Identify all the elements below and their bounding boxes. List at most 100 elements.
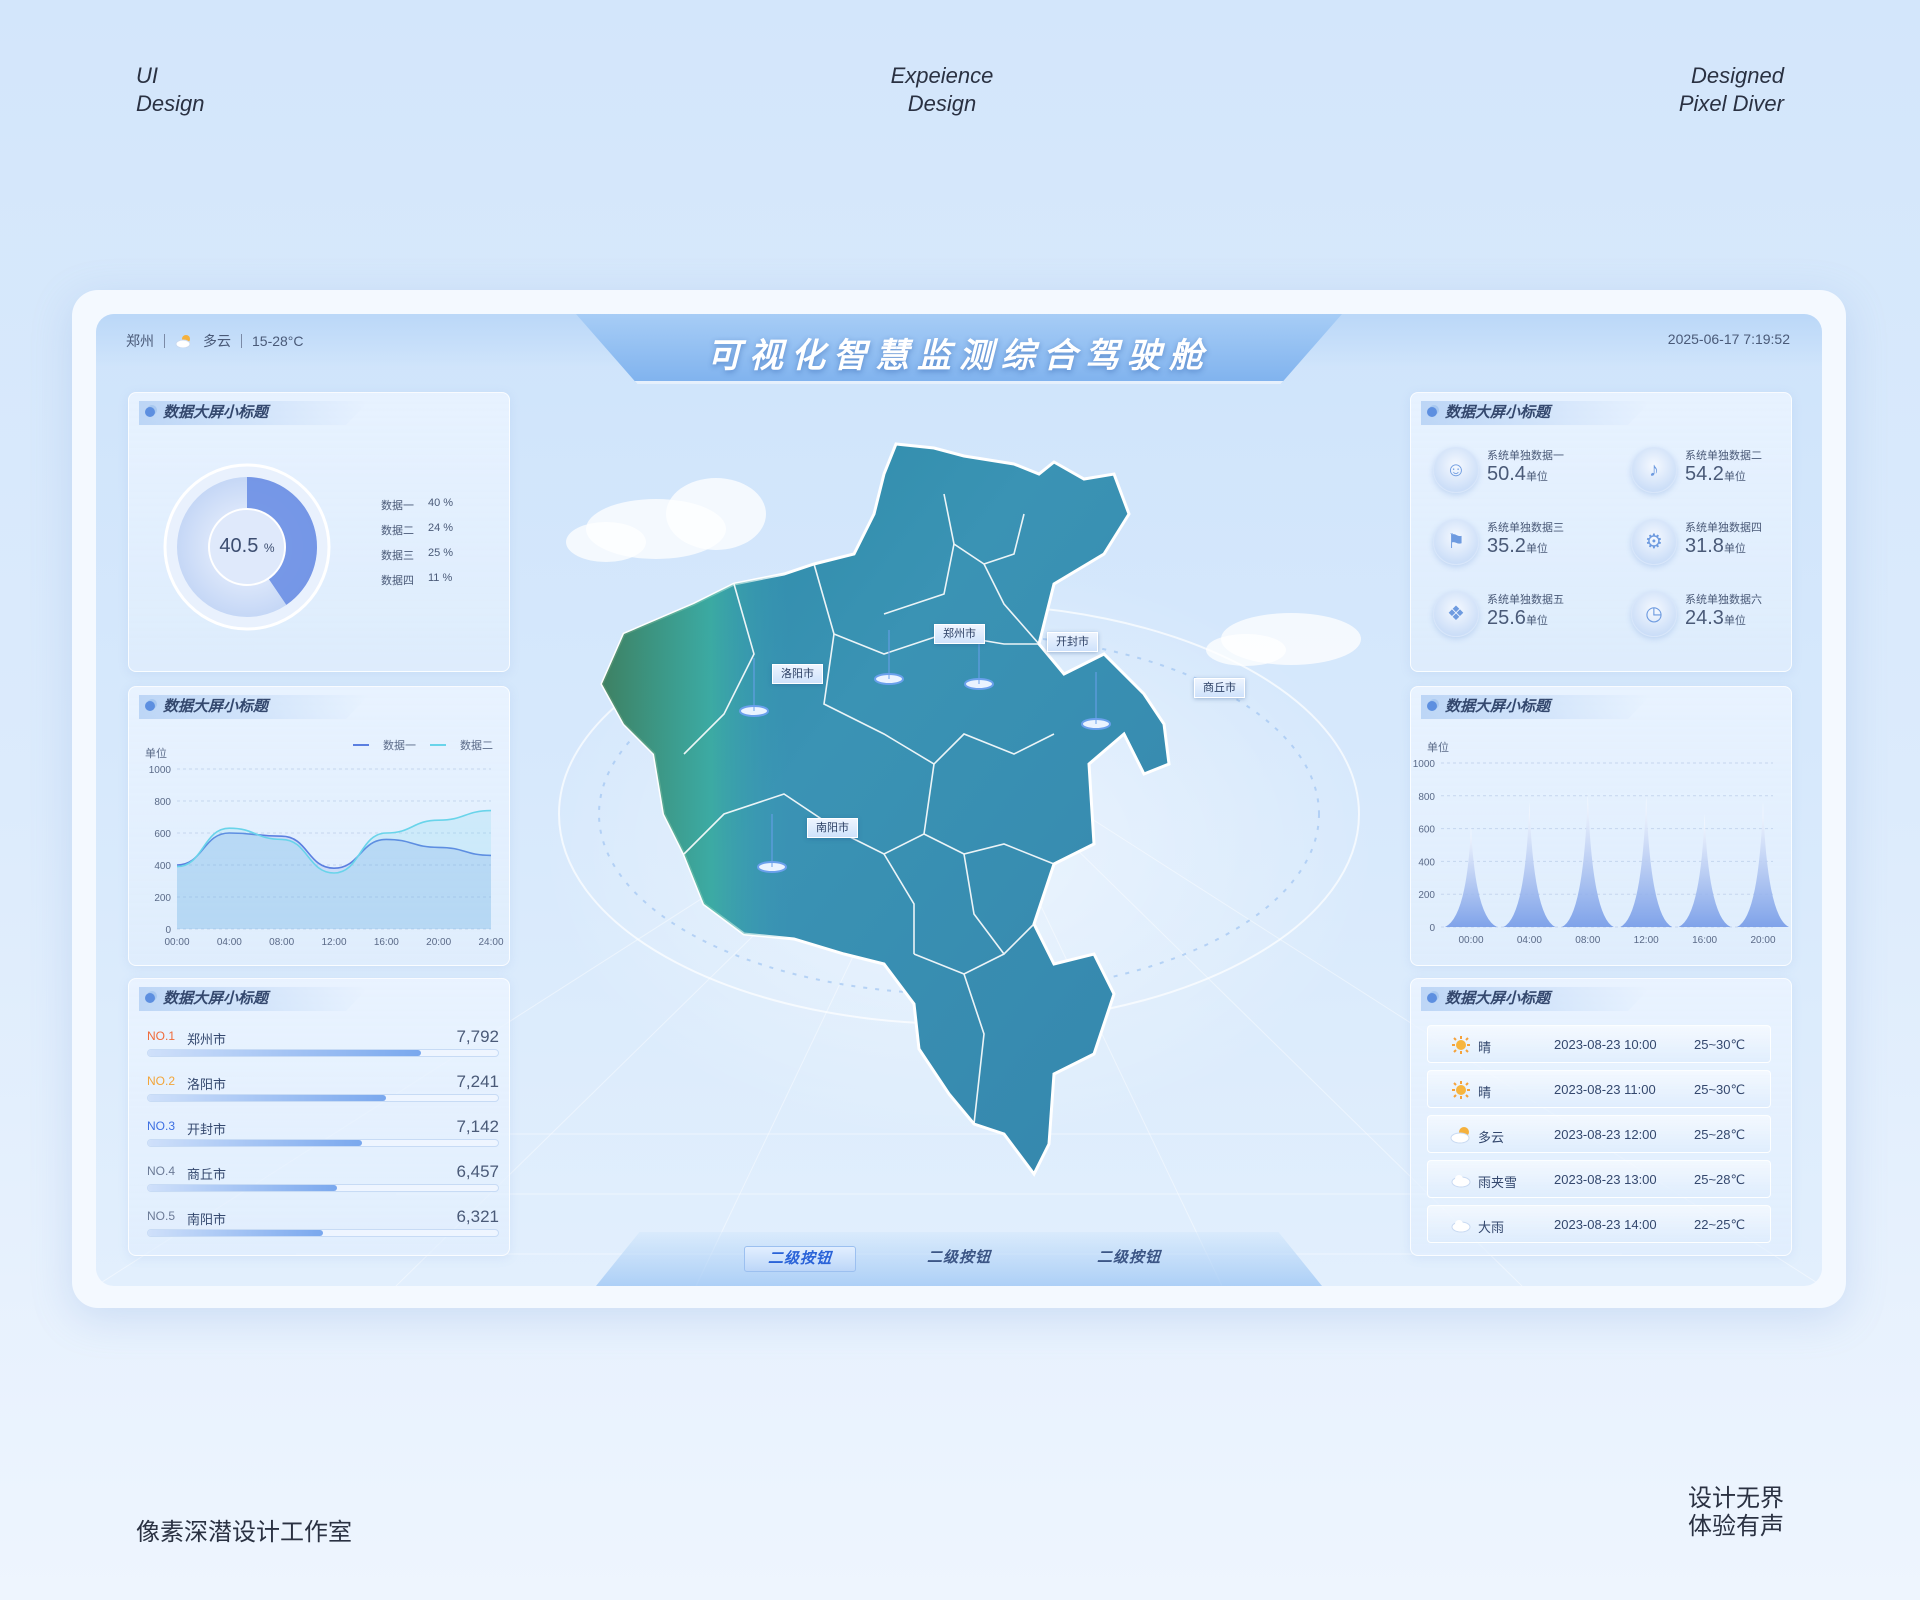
province-map	[600, 442, 1171, 1177]
x-tick-label: 00:00	[164, 937, 189, 948]
header-city: 郑州	[126, 333, 154, 349]
legend-label: 数据三	[381, 550, 414, 562]
weather-row[interactable]: 晴 2023-08-23 10:00 25~30℃	[1427, 1025, 1771, 1063]
stat-label: 系统单独数据三	[1487, 522, 1564, 534]
rank-bar-fill	[148, 1095, 386, 1101]
rank-bar-fill	[148, 1050, 421, 1056]
rank-bar-track	[147, 1184, 499, 1192]
user-icon: ☺	[1433, 447, 1479, 493]
stat-number: 35.2	[1487, 535, 1526, 557]
panel-title: 数据大屏小标题	[139, 695, 369, 719]
x-tick-label: 00:00	[1458, 935, 1483, 946]
legend-label: 数据一	[381, 500, 414, 512]
peak-chart: 0 200 400 600 800 1000 00:00 04:00 08:00 12:00 16:…	[1413, 759, 1789, 946]
shirt-icon: ⚑	[1433, 519, 1479, 565]
legend-series-2: 数据二	[460, 740, 493, 752]
rank-number: NO.3	[147, 1119, 176, 1133]
weather-time: 2023-08-23 12:00	[1554, 1127, 1657, 1142]
rank-bar-track	[147, 1049, 499, 1057]
donut-center-value: 40.5 %	[157, 535, 337, 558]
weather-condition: 多云	[1478, 1130, 1505, 1145]
x-tick-label: 16:00	[1692, 935, 1717, 946]
ranking-row[interactable]: NO.5 南阳市 6,321	[147, 1207, 499, 1253]
panel-title-text: 数据大屏小标题	[163, 990, 269, 1007]
panel-title: 数据大屏小标题	[1421, 401, 1651, 425]
weather-row[interactable]: 晴 2023-08-23 11:00 25~30℃	[1427, 1070, 1771, 1108]
rank-value: 7,792	[456, 1027, 499, 1046]
nav-button-2[interactable]: 二级按钮	[904, 1246, 1014, 1270]
stat-item: ❖ 系统单独数据五 25.6单位	[1433, 587, 1623, 643]
weather-row[interactable]: 大雨 2023-08-23 14:00 22~25℃	[1427, 1205, 1771, 1243]
ranking-row[interactable]: NO.1 郑州市 7,792	[147, 1027, 499, 1073]
map-label-nanyang[interactable]: 南阳市	[807, 818, 858, 838]
weather-time: 2023-08-23 10:00	[1554, 1037, 1657, 1052]
nav-button-3[interactable]: 二级按钮	[1074, 1246, 1184, 1270]
weather-row[interactable]: 多云 2023-08-23 12:00 25~28℃	[1427, 1115, 1771, 1153]
nav-button-1[interactable]: 二级按钮	[744, 1246, 856, 1272]
x-tick-label: 20:00	[1750, 935, 1775, 946]
title-icon	[1427, 993, 1437, 1003]
weather-condition: 雨夹雪	[1478, 1175, 1518, 1190]
rank-value: 6,321	[456, 1207, 499, 1226]
map-label-zhengzhou[interactable]: 郑州市	[934, 624, 985, 644]
weather-temp: 25~28℃	[1694, 1172, 1746, 1187]
icon-glyph: ♪	[1649, 459, 1659, 481]
bell-icon: ♪	[1631, 447, 1677, 493]
panel-title-text: 数据大屏小标题	[163, 404, 269, 421]
stat-item: ♪ 系统单独数据二 54.2单位	[1631, 443, 1821, 499]
y-tick-label: 800	[154, 797, 171, 808]
legend-label: 数据二	[381, 525, 414, 537]
panel-title-text: 数据大屏小标题	[1445, 404, 1551, 421]
panel-title-text: 数据大屏小标题	[1445, 698, 1551, 715]
map-label-shangqiu[interactable]: 商丘市	[1194, 678, 1245, 698]
x-tick-label: 08:00	[1575, 935, 1600, 946]
header-weather-condition: 多云	[203, 333, 231, 349]
map-label-luoyang[interactable]: 洛阳市	[772, 664, 823, 684]
legend-label: 数据四	[381, 575, 414, 587]
stat-number: 50.4	[1487, 463, 1526, 485]
studio-name: 像素深潜设计工作室	[136, 1519, 352, 1546]
icon-glyph: ⚑	[1447, 531, 1465, 553]
stat-number: 31.8	[1685, 535, 1724, 557]
stat-value: 50.4单位	[1487, 463, 1548, 486]
rank-value: 7,142	[456, 1117, 499, 1136]
donut-center-number: 40.5	[219, 535, 259, 557]
legend-swatch-series-1	[353, 744, 369, 746]
y-tick-label: 400	[1418, 857, 1435, 868]
panel-title-text: 数据大屏小标题	[1445, 990, 1551, 1007]
weather-time: 2023-08-23 13:00	[1554, 1172, 1657, 1187]
cloud-icon	[1450, 1215, 1472, 1235]
top-right-caption: Designed Pixel Diver	[1679, 62, 1784, 118]
stat-label: 系统单独数据二	[1685, 450, 1762, 462]
panel-title: 数据大屏小标题	[139, 987, 369, 1011]
header-divider	[241, 334, 242, 348]
ranking-row[interactable]: NO.3 开封市 7,142	[147, 1117, 499, 1163]
legend-value: 11 %	[428, 572, 453, 584]
x-tick-label: 04:00	[1517, 935, 1542, 946]
title-icon	[145, 993, 155, 1003]
top-center-caption: Expeience Design	[0, 62, 1884, 118]
map-label-kaifeng[interactable]: 开封市	[1047, 632, 1098, 652]
title-icon	[1427, 701, 1437, 711]
rank-number: NO.2	[147, 1074, 176, 1088]
chart-legend: 数据一 数据二	[353, 737, 493, 753]
stat-item: ⚙ 系统单独数据四 31.8单位	[1631, 515, 1821, 571]
peak-mark	[1503, 802, 1556, 927]
weather-time: 2023-08-23 11:00	[1554, 1082, 1656, 1097]
stat-value: 31.8单位	[1685, 535, 1746, 558]
ranking-row[interactable]: NO.2 洛阳市 7,241	[147, 1072, 499, 1118]
partly-cloudy-icon	[175, 334, 193, 349]
legend-value: 24 %	[428, 522, 454, 534]
weather-temp: 25~30℃	[1694, 1037, 1746, 1052]
weather-panel: 数据大屏小标题 晴 2023-08-23 10:00 25~30℃ 晴 2023-08-…	[1410, 978, 1792, 1256]
legend-value: 25 %	[428, 547, 454, 559]
ranking-row[interactable]: NO.4 商丘市 6,457	[147, 1162, 499, 1208]
y-tick-label: 200	[154, 893, 171, 904]
rank-city: 洛阳市	[187, 1077, 227, 1092]
panel-title: 数据大屏小标题	[139, 401, 369, 425]
line-chart-panel: 数据大屏小标题 单位 数据一 数据二 0 200 400 600 800 1000 00:0…	[128, 686, 510, 966]
rank-city: 南阳市	[187, 1212, 227, 1227]
weather-row[interactable]: 雨夹雪 2023-08-23 13:00 25~28℃	[1427, 1160, 1771, 1198]
gift-icon: ❖	[1433, 591, 1479, 637]
legend-item: 数据一 40 %	[381, 497, 481, 516]
